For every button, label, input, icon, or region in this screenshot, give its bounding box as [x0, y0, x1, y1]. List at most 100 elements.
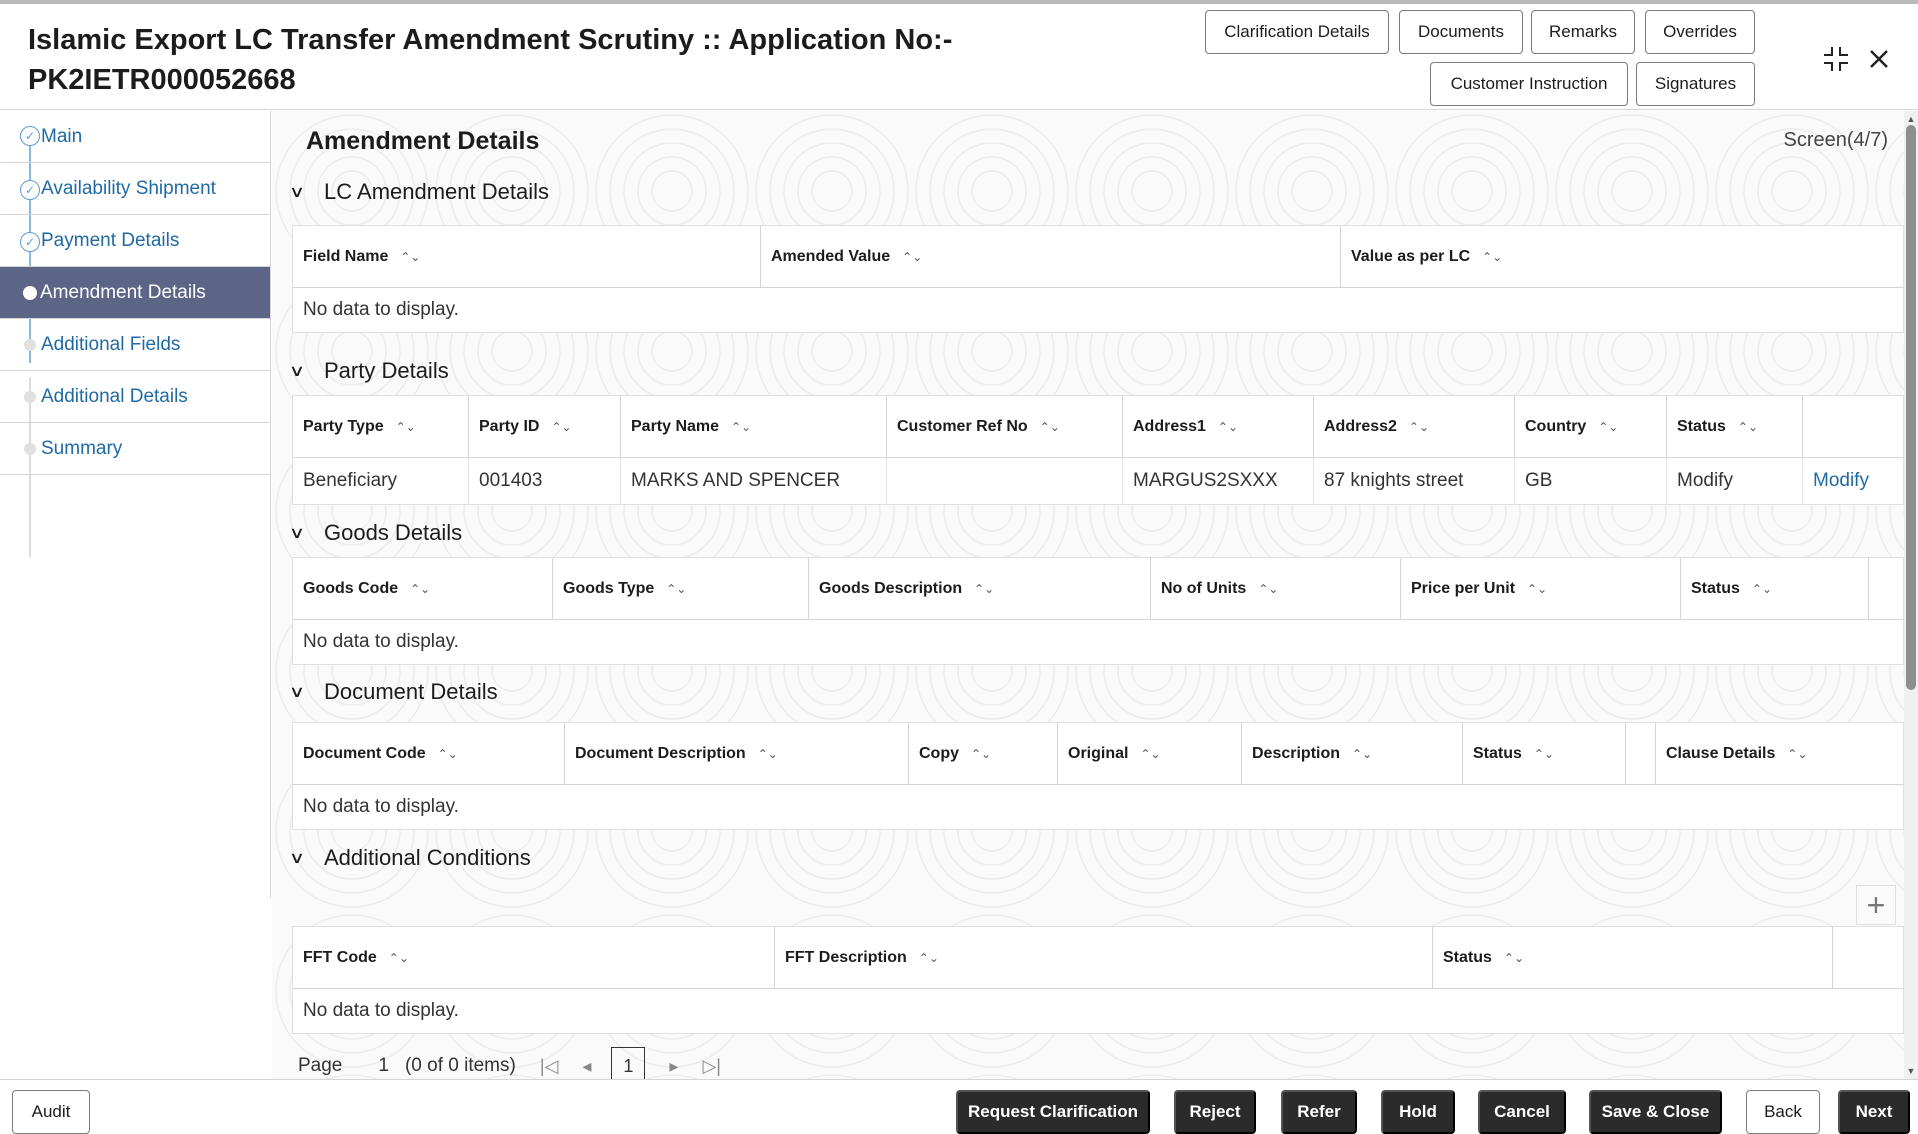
hold-button[interactable]: Hold	[1381, 1090, 1455, 1134]
column-header-amended-value[interactable]: Amended Value⌃⌄	[761, 226, 1341, 288]
scrollbar[interactable]: ▲ ▼	[1904, 111, 1918, 1079]
cancel-button[interactable]: Cancel	[1478, 1090, 1566, 1134]
sidebar-item-availability-shipment[interactable]: ✓ Availability Shipment	[0, 163, 270, 215]
current-page-button[interactable]: 1	[611, 1047, 645, 1079]
clarification-details-button[interactable]: Clarification Details	[1205, 10, 1389, 54]
column-header-status[interactable]: Status⌃⌄	[1463, 723, 1626, 785]
column-header-goods-description[interactable]: Goods Description⌃⌄	[809, 558, 1151, 620]
sidebar-item-main[interactable]: ✓ Main	[0, 111, 270, 163]
documents-button[interactable]: Documents	[1399, 10, 1523, 54]
column-header-status[interactable]: Status⌃⌄	[1667, 396, 1803, 458]
sidebar-item-payment-details[interactable]: ✓ Payment Details	[0, 215, 270, 267]
sort-icon: ⌃⌄	[1787, 747, 1807, 761]
sidebar-item-additional-details[interactable]: Additional Details	[0, 371, 270, 423]
chevron-down-icon: ∨	[289, 682, 311, 702]
section-heading: Amendment Details	[306, 127, 539, 156]
save-close-button[interactable]: Save & Close	[1589, 1090, 1722, 1134]
sort-icon: ⌃⌄	[1258, 582, 1278, 596]
sidebar-item-amendment-details[interactable]: Amendment Details	[0, 267, 270, 319]
goods-section-toggle[interactable]: ∨ Goods Details	[292, 520, 462, 546]
collapse-icon[interactable]	[1819, 42, 1853, 76]
empty-message: No data to display.	[303, 989, 459, 1033]
lc-amendment-table: Field Name⌃⌄ Amended Value⌃⌄ Value as pe…	[292, 225, 1904, 333]
section-title: Goods Details	[324, 520, 462, 546]
sort-icon: ⌃⌄	[758, 747, 778, 761]
cell-country: GB	[1515, 458, 1667, 504]
add-icon[interactable]: +	[1856, 885, 1896, 925]
sort-icon: ⌃⌄	[1534, 747, 1554, 761]
column-header-goods-code[interactable]: Goods Code⌃⌄	[293, 558, 553, 620]
column-header-copy[interactable]: Copy⌃⌄	[909, 723, 1058, 785]
refer-button[interactable]: Refer	[1281, 1090, 1357, 1134]
column-header-clause-details[interactable]: Clause Details⌃⌄	[1656, 723, 1905, 785]
column-header-description[interactable]: Description⌃⌄	[1242, 723, 1463, 785]
audit-button[interactable]: Audit	[12, 1090, 90, 1134]
table-header: Party Type⌃⌄ Party ID⌃⌄ Party Name⌃⌄ Cus…	[293, 396, 1903, 458]
check-circle-icon: ✓	[20, 126, 40, 146]
section-title: Additional Conditions	[324, 845, 531, 871]
pagination: Page 1 (0 of 0 items) |◁ ◂ 1 ▸ ▷|	[298, 1046, 721, 1079]
first-page-icon[interactable]: |◁	[540, 1056, 559, 1077]
request-clarification-button[interactable]: Request Clarification	[956, 1090, 1150, 1134]
column-header-customer-ref-no[interactable]: Customer Ref No⌃⌄	[887, 396, 1123, 458]
column-spacer	[1626, 723, 1656, 785]
overrides-button[interactable]: Overrides	[1645, 10, 1755, 54]
sidebar-item-additional-fields[interactable]: Additional Fields	[0, 319, 270, 371]
column-header-party-type[interactable]: Party Type⌃⌄	[293, 396, 469, 458]
column-header-goods-type[interactable]: Goods Type⌃⌄	[553, 558, 809, 620]
sort-icon: ⌃⌄	[1504, 951, 1524, 965]
page-title: Islamic Export LC Transfer Amendment Scr…	[28, 20, 1178, 100]
column-header-address2[interactable]: Address2⌃⌄	[1314, 396, 1515, 458]
chevron-down-icon: ∨	[289, 182, 311, 202]
column-header-document-description[interactable]: Document Description⌃⌄	[565, 723, 909, 785]
column-header-status[interactable]: Status⌃⌄	[1681, 558, 1869, 620]
sort-icon: ⌃⌄	[971, 747, 991, 761]
header: Islamic Export LC Transfer Amendment Scr…	[0, 4, 1918, 110]
close-icon[interactable]	[1862, 42, 1896, 76]
modify-link[interactable]: Modify	[1803, 458, 1905, 504]
party-table: Party Type⌃⌄ Party ID⌃⌄ Party Name⌃⌄ Cus…	[292, 395, 1904, 505]
last-page-icon[interactable]: ▷|	[702, 1056, 721, 1077]
column-header-value-as-per-lc[interactable]: Value as per LC⌃⌄	[1341, 226, 1905, 288]
column-header-price-per-unit[interactable]: Price per Unit⌃⌄	[1401, 558, 1681, 620]
column-header-party-id[interactable]: Party ID⌃⌄	[469, 396, 621, 458]
empty-row: No data to display.	[293, 785, 1903, 829]
document-section-toggle[interactable]: ∨ Document Details	[292, 679, 498, 705]
items-count: (0 of 0 items)	[405, 1055, 516, 1077]
conditions-section-toggle[interactable]: ∨ Additional Conditions	[292, 845, 531, 871]
scroll-down-icon[interactable]: ▼	[1906, 1065, 1916, 1077]
column-header-action	[1803, 396, 1905, 458]
column-header-document-code[interactable]: Document Code⌃⌄	[293, 723, 565, 785]
column-header-fft-description[interactable]: FFT Description⌃⌄	[775, 927, 1433, 989]
column-header-country[interactable]: Country⌃⌄	[1515, 396, 1667, 458]
empty-row: No data to display.	[293, 620, 1903, 664]
empty-message: No data to display.	[303, 288, 459, 332]
sidebar-item-summary[interactable]: Summary	[0, 423, 270, 475]
column-header-address1[interactable]: Address1⌃⌄	[1123, 396, 1314, 458]
customer-instruction-button[interactable]: Customer Instruction	[1430, 62, 1628, 106]
table-header: Document Code⌃⌄ Document Description⌃⌄ C…	[293, 723, 1903, 785]
column-header-no-of-units[interactable]: No of Units⌃⌄	[1151, 558, 1401, 620]
reject-button[interactable]: Reject	[1174, 1090, 1256, 1134]
back-button[interactable]: Back	[1746, 1090, 1820, 1134]
party-section-toggle[interactable]: ∨ Party Details	[292, 358, 449, 384]
next-button[interactable]: Next	[1838, 1090, 1910, 1134]
lc-amendment-section-toggle[interactable]: ∨ LC Amendment Details	[292, 179, 549, 205]
scrollbar-thumb[interactable]	[1906, 125, 1916, 690]
cell-party-type: Beneficiary	[293, 458, 469, 504]
cell-status: Modify	[1667, 458, 1803, 504]
scroll-up-icon[interactable]: ▲	[1906, 113, 1916, 125]
signatures-button[interactable]: Signatures	[1636, 62, 1755, 106]
next-page-icon[interactable]: ▸	[669, 1056, 678, 1077]
column-header-field-name[interactable]: Field Name⌃⌄	[293, 226, 761, 288]
column-header-party-name[interactable]: Party Name⌃⌄	[621, 396, 887, 458]
cell-address1: MARGUS2SXXX	[1123, 458, 1314, 504]
column-header-fft-code[interactable]: FFT Code⌃⌄	[293, 927, 775, 989]
sort-icon: ⌃⌄	[902, 250, 922, 264]
main-content: Amendment Details Screen(4/7) ∨ LC Amend…	[272, 111, 1918, 1079]
previous-page-icon[interactable]: ◂	[582, 1056, 591, 1077]
column-header-status[interactable]: Status⌃⌄	[1433, 927, 1833, 989]
remarks-button[interactable]: Remarks	[1531, 10, 1635, 54]
column-header-original[interactable]: Original⌃⌄	[1058, 723, 1242, 785]
sidebar-item-label: Additional Fields	[41, 334, 180, 356]
